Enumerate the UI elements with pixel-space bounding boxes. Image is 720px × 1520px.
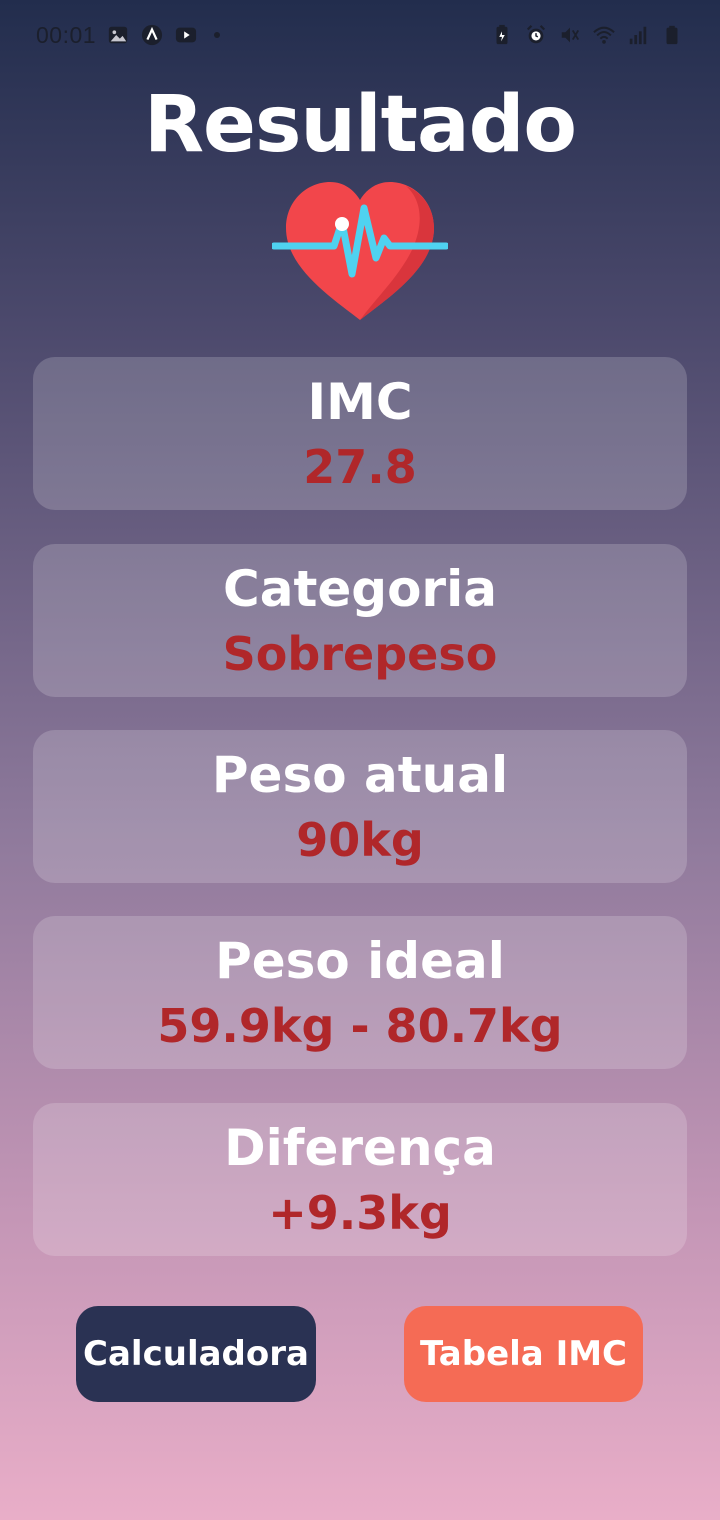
status-bar: 00:01 — [0, 0, 720, 70]
category-label: Categoria — [223, 560, 497, 618]
bmi-card: IMC 27.8 — [33, 357, 687, 510]
ideal-weight-label: Peso ideal — [215, 932, 505, 990]
current-weight-card: Peso atual 90kg — [33, 730, 687, 883]
status-time: 00:01 — [36, 21, 97, 48]
category-value: Sobrepeso — [222, 627, 498, 681]
alarm-icon — [524, 23, 548, 47]
wifi-icon — [592, 23, 616, 47]
youtube-icon — [174, 23, 198, 47]
current-weight-value: 90kg — [296, 813, 424, 867]
status-right — [490, 23, 684, 47]
battery-icon — [660, 23, 684, 47]
notification-dot — [214, 32, 221, 38]
page-title: Resultado — [144, 80, 577, 170]
category-card: Categoria Sobrepeso — [33, 544, 687, 697]
gallery-icon — [106, 23, 130, 47]
bmi-label: IMC — [307, 373, 413, 431]
battery-saver-icon — [490, 23, 514, 47]
ideal-weight-card: Peso ideal 59.9kg - 80.7kg — [33, 916, 687, 1069]
calculator-button[interactable]: Calculadora — [76, 1306, 316, 1402]
app-icon — [140, 23, 164, 47]
bmi-table-button[interactable]: Tabela IMC — [404, 1306, 643, 1402]
current-weight-label: Peso atual — [211, 746, 509, 804]
heart-pulse-icon — [270, 178, 450, 324]
signal-icon — [626, 23, 650, 47]
difference-label: Diferença — [224, 1119, 496, 1177]
mute-icon — [558, 23, 582, 47]
ideal-weight-value: 59.9kg - 80.7kg — [157, 999, 563, 1053]
status-left: 00:01 — [36, 21, 221, 49]
bmi-value: 27.8 — [303, 440, 417, 494]
difference-value: +9.3kg — [268, 1186, 452, 1240]
difference-card: Diferença +9.3kg — [33, 1103, 687, 1256]
